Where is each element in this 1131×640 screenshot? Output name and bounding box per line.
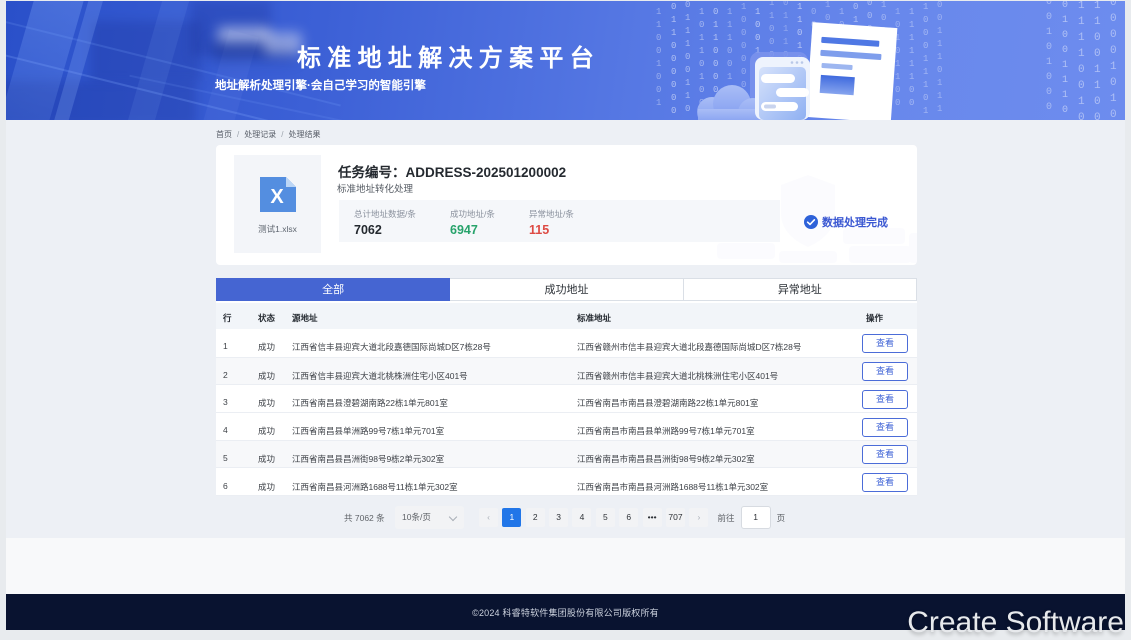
svg-text:X: X: [270, 186, 284, 208]
